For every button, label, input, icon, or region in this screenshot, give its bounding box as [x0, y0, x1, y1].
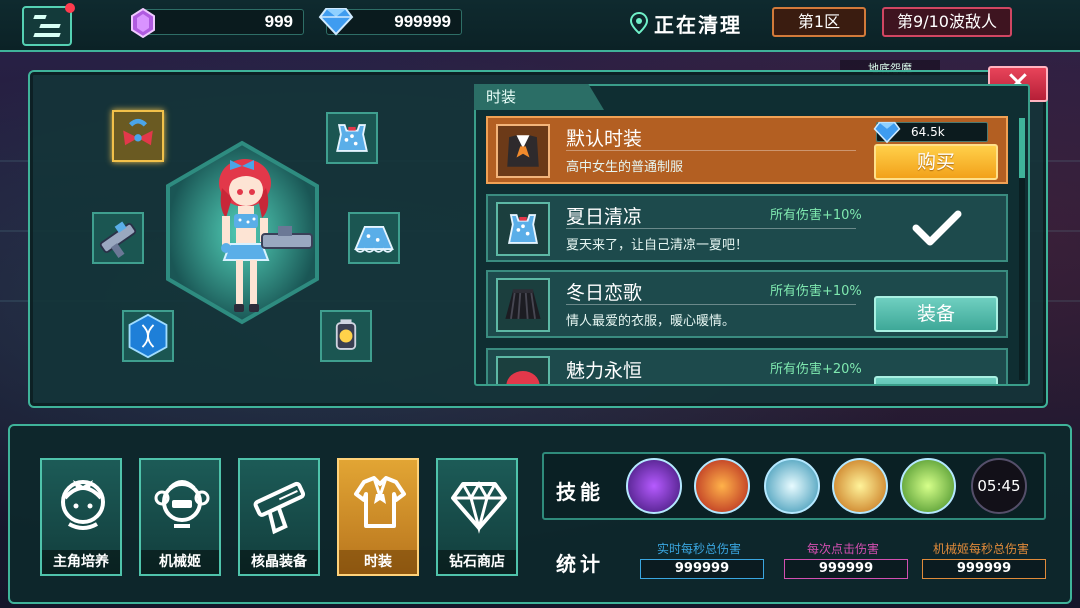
slot-core[interactable] [122, 310, 174, 362]
top-bar: 999 999999 正在清理 第1区 第9/10波敌人 [0, 0, 1080, 52]
stat-value: 999999 [922, 559, 1046, 579]
purple-gem-icon [131, 8, 155, 38]
skill-cooldown-timer: 05:45 [971, 458, 1027, 514]
wave-badge: 第9/10波敌人 [882, 7, 1012, 37]
stat-label: 实时每秒总伤害 [656, 542, 741, 556]
buy-button[interactable]: 购买 [874, 144, 998, 180]
nav-label: 时装 [339, 550, 417, 574]
outfit-bonus: 所有伤害+10% [770, 208, 862, 223]
nav-label: 钻石商店 [438, 550, 516, 574]
slot-skirt[interactable] [348, 212, 400, 264]
outfit-row-clip: 魅力永恒 所有伤害+20% [486, 348, 1008, 384]
ice-spike-skill-icon[interactable] [764, 458, 820, 514]
skirt-icon [354, 226, 394, 253]
stat-value: 999999 [640, 559, 764, 579]
ribbon-icon [123, 118, 153, 146]
dna-hex-icon [128, 313, 168, 359]
slot-accessory[interactable] [320, 310, 372, 362]
outfit-bonus: 所有伤害+10% [770, 284, 862, 299]
green-claw-skill-icon[interactable] [900, 458, 956, 514]
outfit-description: 高中女生的普通制服 [566, 160, 684, 175]
stage-status-text: 正在清理 [654, 12, 742, 37]
slot-headwear[interactable] [112, 110, 164, 162]
diamond-icon [873, 121, 901, 144]
outfit-name: 夏日清凉 [566, 206, 643, 228]
red-hat-icon [506, 370, 540, 384]
robot-girl-icon [154, 480, 210, 528]
bikini-top-icon [507, 214, 539, 244]
outfit-price-value: 64.5k [911, 125, 945, 139]
stat-value: 999999 [784, 559, 908, 579]
stage-status: 正在清理 [630, 8, 742, 38]
stat-click-damage: 每次点击伤害 999999 [778, 540, 908, 580]
stat-label: 机械姬每秒总伤害 [932, 542, 1029, 556]
nav-label: 核晶装备 [240, 550, 318, 574]
purple-hand-skill-icon[interactable] [626, 458, 682, 514]
outfit-list-title: 时装 [474, 84, 604, 110]
uniform-icon [507, 135, 539, 167]
nav-fashion[interactable]: 时装 [337, 458, 419, 576]
checkmark-icon [912, 210, 962, 246]
outfit-thumbnail [496, 356, 550, 384]
nav-diamond-shop[interactable]: 钻石商店 [436, 458, 518, 576]
zone-badge: 第1区 [772, 7, 866, 37]
outfit-name: 默认时装 [566, 128, 643, 150]
nav-heroine-training[interactable]: 主角培养 [40, 458, 122, 576]
bikini-top-icon [336, 124, 368, 152]
stat-dps: 实时每秒总伤害 999999 [634, 540, 764, 580]
gem-count: 999 [140, 9, 304, 35]
outfit-thumbnail [496, 278, 550, 332]
heroine-character [219, 159, 313, 312]
outfit-row-charm[interactable]: 魅力永恒 所有伤害+20% [486, 348, 1008, 384]
nav-mecha-girl[interactable]: 机械姬 [139, 458, 221, 576]
diamond-icon [451, 480, 507, 534]
outfit-thumbnail [496, 124, 550, 178]
notification-dot [65, 3, 75, 13]
golden-explosion-skill-icon[interactable] [832, 458, 888, 514]
menu-icon [33, 15, 61, 37]
outfit-row-summer[interactable]: 夏日清凉 所有伤害+10% 夏天来了，让自己清凉一夏吧！ [486, 194, 1008, 262]
outfit-name: 冬日恋歌 [566, 282, 643, 304]
location-pin-icon [630, 12, 648, 34]
girl-head-icon [61, 480, 105, 530]
outfit-list-scrollbar[interactable] [1019, 118, 1025, 380]
pleated-skirt-icon [505, 289, 541, 320]
outfit-description: 夏天来了，让自己清凉一夏吧！ [566, 238, 749, 253]
outfit-row-default[interactable]: 默认时装 高中女生的普通制服 64.5k 购买 [486, 116, 1008, 184]
outfit-bonus: 所有伤害+20% [770, 362, 862, 377]
menu-button[interactable] [22, 3, 75, 46]
diamond-icon [318, 8, 354, 36]
fire-hand-skill-icon[interactable] [694, 458, 750, 514]
slot-top[interactable] [326, 112, 378, 164]
equip-button[interactable]: 装备 [874, 296, 998, 332]
outfit-row-winter[interactable]: 冬日恋歌 所有伤害+10% 情人最爱的衣服，暖心暖情。 装备 [486, 270, 1008, 338]
outfit-name: 魅力永恒 [566, 360, 643, 382]
equip-button[interactable] [874, 376, 998, 384]
outfit-price: 64.5k [873, 121, 988, 144]
outfit-description: 情人最爱的衣服，暖心暖情。 [566, 314, 736, 329]
lantern-icon [335, 319, 357, 350]
nav-label: 主角培养 [42, 550, 120, 574]
stat-label: 每次点击伤害 [806, 542, 879, 556]
outfit-thumbnail [496, 202, 550, 256]
gun-icon [253, 481, 306, 535]
nav-core-equipment[interactable]: 核晶装备 [238, 458, 320, 576]
stat-mecha-dps: 机械姬每秒总伤害 999999 [916, 540, 1046, 580]
skills-title: 技能 [556, 480, 604, 504]
slot-weapon[interactable] [92, 212, 144, 264]
blaster-gun-icon [99, 221, 137, 258]
shirt-icon [354, 476, 406, 528]
nav-label: 机械姬 [141, 550, 219, 574]
stats-title: 统计 [556, 552, 604, 576]
